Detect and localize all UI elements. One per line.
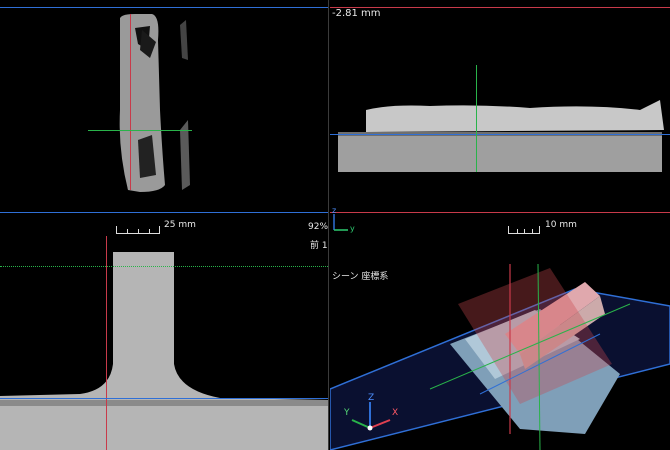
red-cursor-line[interactable] [106,236,107,450]
center-y-label: y [350,224,355,233]
viewport-top-right[interactable]: -2.81 mm [330,0,670,212]
red-cursor-line[interactable] [130,14,131,190]
triad-y-label: Y [344,408,350,418]
green-cursor-line[interactable] [88,130,192,131]
triad-z-label: Z [368,393,375,403]
viewport-top-left[interactable] [0,0,328,212]
green-dotted-cursor-line[interactable] [0,266,328,268]
scene-coordinate-label: シーン 座標系 [332,272,389,282]
scalebar-right-label: 10 mm [545,220,577,230]
blue-cursor-line[interactable] [0,7,328,8]
blue-cursor-line[interactable] [330,134,670,135]
pane-divider-vertical[interactable] [328,0,329,450]
viewport-3d-scene[interactable]: シーン 座標系 Z X Y [330,214,670,450]
triad-x-label: X [392,408,399,418]
side-view-slice [330,0,670,212]
viewport-bottom-left[interactable] [0,214,328,450]
red-divider-right [330,212,670,213]
scalebar-left [116,226,160,234]
green-cursor-line[interactable] [476,65,477,172]
zoom-level: 92% [308,222,329,232]
center-z-label: z [332,206,337,215]
scalebar-left-label: 25 mm [164,220,196,230]
top-view-slice [0,0,328,212]
view-label: 前 1 [310,241,328,251]
front-view-slice [0,214,328,450]
blue-divider-left [0,212,328,213]
blue-cursor-line[interactable] [0,398,328,399]
slice-offset-label: -2.81 mm [332,8,381,19]
red-cursor-line[interactable] [330,7,670,8]
scalebar-right [508,226,540,234]
